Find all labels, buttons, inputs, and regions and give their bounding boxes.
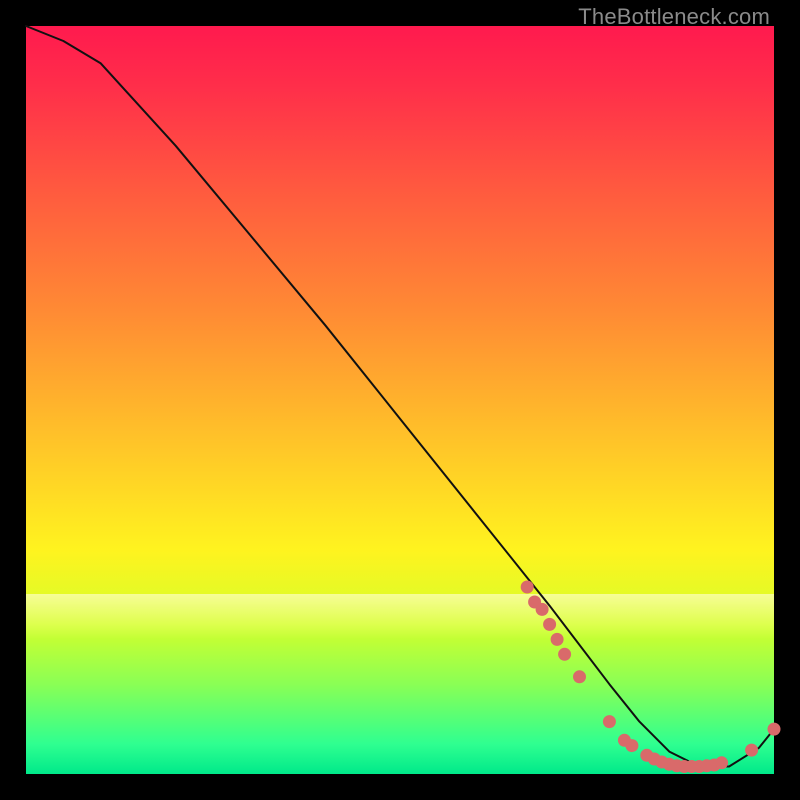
data-point — [715, 756, 728, 769]
data-point — [678, 760, 691, 773]
data-point — [573, 670, 586, 683]
data-point — [685, 760, 698, 773]
chart-stage: TheBottleneck.com — [0, 0, 800, 800]
data-point — [543, 618, 556, 631]
data-point — [640, 749, 653, 762]
data-point — [648, 753, 661, 766]
data-point — [521, 581, 534, 594]
data-point — [745, 744, 758, 757]
data-point — [625, 739, 638, 752]
data-point — [708, 759, 721, 772]
data-point — [768, 723, 781, 736]
data-points — [521, 581, 781, 774]
data-point — [618, 734, 631, 747]
data-point — [551, 633, 564, 646]
data-point — [663, 758, 676, 771]
data-point — [603, 715, 616, 728]
data-point — [693, 760, 706, 773]
data-point — [558, 648, 571, 661]
data-point — [700, 759, 713, 772]
chart-svg — [26, 26, 774, 774]
data-point — [655, 756, 668, 769]
data-point — [670, 759, 683, 772]
data-point — [528, 596, 541, 609]
plot-area — [26, 26, 774, 774]
data-point — [536, 603, 549, 616]
curve-line — [26, 26, 774, 767]
